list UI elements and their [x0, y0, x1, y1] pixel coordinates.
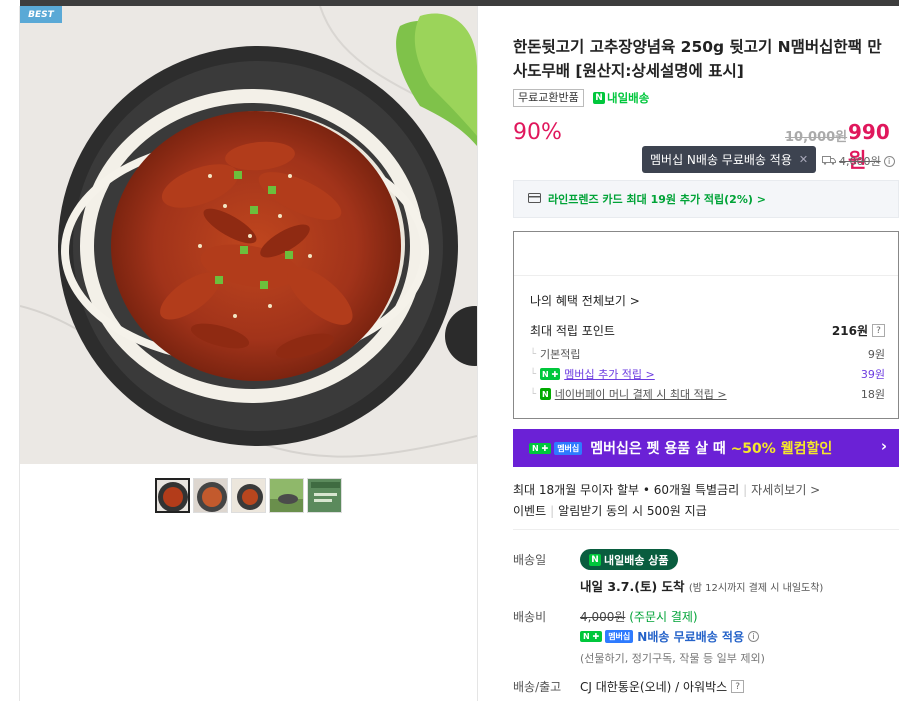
shipping-exclusions: (선물하기, 정기구독, 작물 등 일부 제외)	[580, 652, 765, 665]
banner-highlight: ~50% 웰컴할인	[730, 441, 833, 457]
event-label: 이벤트	[513, 504, 547, 518]
best-badge: BEST	[20, 6, 62, 23]
membership-points-row: └ N ✚ 멤버십 추가 적립 > 39원	[530, 366, 885, 382]
n-delivery-icon: N	[593, 92, 605, 104]
installment-info: 최대 18개월 무이자 할부 • 60개월 특별금리 | 자세히보기 >	[513, 483, 821, 497]
n-free-shipping-text: N배송 무료배송 적용	[637, 630, 745, 644]
truck-icon	[822, 155, 836, 168]
close-icon[interactable]: ✕	[799, 153, 808, 166]
product-title: 한돈뒷고기 고추장양념육 250g 뒷고기 N맴버십한팩 만사도무배 [원산지:…	[513, 38, 882, 80]
original-price: 10,000원	[785, 130, 848, 145]
product-main-image[interactable]	[20, 6, 477, 464]
tree-corner: └	[530, 348, 537, 360]
ship-from-label: 배송/출고	[513, 680, 562, 694]
question-icon[interactable]: ?	[731, 680, 745, 693]
tree-corner: └	[530, 368, 537, 380]
shipping-fee-strike-amount: 4,000원	[839, 155, 881, 168]
event-info: 이벤트 | 알림받기 동의 시 500원 지급	[513, 504, 707, 518]
benefit-divider	[514, 275, 898, 276]
membership-points-link[interactable]: 멤버십 추가 적립 >	[564, 366, 655, 382]
npay-icon: N	[540, 388, 551, 400]
membership-label-badge: 멤버십	[554, 441, 583, 455]
banner-text: 멤버십은 펫 용품 살 때	[590, 441, 731, 457]
ship-from-text: CJ 대한통운(오네) / 아워박스	[580, 680, 728, 694]
npay-points-value: 18원	[860, 388, 885, 401]
shipping-fee: 4,000원 (주문시 결제)	[580, 608, 698, 625]
arrival-date: 내일 3.7.(토) 도착 (밤 12시까지 결제 시 내일도착)	[580, 576, 823, 595]
tree-corner: └	[530, 388, 537, 400]
membership-tooltip: 멤버십 N배송 무료배송 적용 ✕	[642, 146, 817, 173]
column-divider	[477, 6, 478, 701]
info-icon[interactable]: i	[748, 631, 760, 642]
section-divider	[513, 529, 899, 530]
tomorrow-delivery-pill-text: 내일배송 상품	[604, 553, 669, 567]
basic-points-value: 9원	[867, 348, 885, 361]
installment-more-link[interactable]: 자세히보기 >	[751, 483, 820, 497]
npay-points-link[interactable]: 네이버페이 머니 결제 시 최대 적립 >	[555, 386, 727, 402]
n-plus-badge: N ✚	[529, 442, 552, 454]
tooltip-text: 멤버십 N배송 무료배송 적용	[650, 153, 792, 167]
membership-badge: N ✚ 멤버십	[529, 441, 583, 455]
max-points-value: 216원	[831, 324, 868, 338]
basic-points-label: 기본적립	[540, 348, 581, 361]
basic-points-row: └ 기본적립 9원	[530, 346, 885, 362]
shipping-fee-strike: 4,000원 i	[822, 153, 895, 169]
membership-points-value: 39원	[860, 368, 885, 381]
card-promo[interactable]: 라인프렌즈 카드 최대 19원 추가 적립(2%) >	[513, 180, 899, 218]
npay-points-row: └ N 네이버페이 머니 결제 시 최대 적립 > 18원	[530, 386, 885, 402]
question-icon[interactable]: ?	[872, 324, 885, 337]
membership-banner[interactable]: N ✚ 멤버십 멤버십은 펫 용품 살 때 ~50% 웰컴할인 ›	[513, 429, 899, 467]
tomorrow-delivery-label: 내일배송	[607, 91, 650, 105]
arrival-date-text: 내일 3.7.(토) 도착	[580, 579, 685, 594]
delivery-date-label: 배송일	[513, 553, 547, 567]
n-plus-badge: N ✚	[580, 631, 603, 642]
thumbnail-1[interactable]	[155, 478, 190, 513]
thumbnail-strip	[155, 478, 342, 513]
tomorrow-delivery-pill: N 내일배송 상품	[580, 549, 678, 570]
shipping-fee-strike-text: 4,000원	[580, 610, 626, 624]
discount-rate: 90%	[513, 120, 562, 145]
thumbnail-3[interactable]	[231, 478, 266, 513]
benefit-panel: 나의 혜택 전체보기 > 최대 적립 포인트 216원 ? └ 기본적립 9원 └…	[513, 231, 899, 419]
naver-plus-icon: N ✚	[540, 368, 561, 380]
chevron-right-icon: ›	[880, 437, 887, 455]
ship-from: CJ 대한통운(오네) / 아워박스 ?	[580, 678, 745, 695]
thumbnail-2[interactable]	[193, 478, 228, 513]
arrival-note: (밤 12시까지 결제 시 내일도착)	[688, 583, 824, 594]
card-icon	[528, 192, 541, 206]
info-icon[interactable]: i	[883, 155, 895, 167]
membership-badge: N ✚ 멤버십	[580, 630, 634, 643]
card-promo-text: 라인프렌즈 카드 최대 19원 추가 적립(2%) >	[548, 193, 766, 206]
n-free-shipping: N ✚ 멤버십 N배송 무료배송 적용 i	[580, 628, 760, 645]
installment-text: 최대 18개월 무이자 할부 • 60개월 특별금리	[513, 483, 740, 497]
thumbnail-5[interactable]	[307, 478, 342, 513]
max-points-row: 최대 적립 포인트 216원 ?	[530, 322, 885, 339]
shipping-fee-label: 배송비	[513, 610, 547, 624]
n-delivery-icon: N	[589, 553, 601, 566]
membership-label-badge: 멤버십	[605, 630, 634, 643]
tomorrow-delivery-tag: N 내일배송	[593, 90, 649, 106]
thumbnail-4[interactable]	[269, 478, 304, 513]
max-points-label: 최대 적립 포인트	[530, 324, 615, 338]
view-all-benefits[interactable]: 나의 혜택 전체보기 >	[530, 292, 640, 309]
event-text: 알림받기 동의 시 500원 지급	[558, 504, 707, 518]
shipping-fee-note: (주문시 결제)	[629, 610, 698, 624]
free-exchange-tag: 무료교환반품	[513, 89, 584, 107]
